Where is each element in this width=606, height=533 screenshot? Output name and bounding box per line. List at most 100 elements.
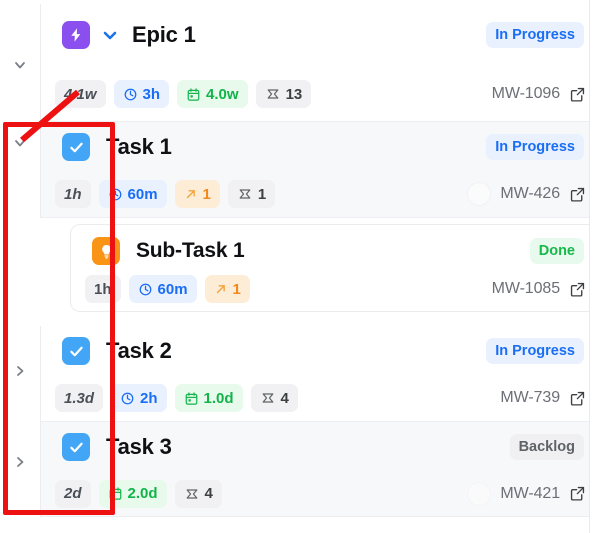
chip-estimate-label: 2d [64, 485, 82, 502]
calendar-icon [187, 87, 200, 101]
chevron-down-icon[interactable] [98, 23, 122, 47]
issue-row-sub-task-1[interactable]: Sub-Task 1 Done 1h 60m 1 MW-1085 [70, 218, 596, 318]
lightning-bolt-icon [62, 21, 90, 49]
issue-title: Task 2 [106, 338, 172, 363]
avatar[interactable] [467, 182, 492, 206]
calendar-icon [185, 391, 197, 405]
points-icon [267, 89, 278, 99]
issue-key[interactable]: MW-1096 [492, 85, 560, 103]
lightbulb-icon [92, 237, 120, 265]
row-meta: MW-426 [467, 182, 586, 206]
status-badge[interactable]: Backlog [509, 434, 584, 460]
clock-icon [139, 283, 151, 295]
issue-row-epic-1[interactable]: Epic 1 In Progress 4.1w 3h 4.0w 13 MW-10… [40, 4, 596, 122]
chip-estimate[interactable]: 1h [85, 275, 121, 303]
external-link-icon[interactable] [569, 186, 586, 203]
avatar[interactable] [467, 481, 492, 506]
chip-date-label: 4.0w [206, 85, 239, 103]
points-icon [239, 189, 251, 199]
issue-title: Epic 1 [132, 22, 196, 47]
clock-icon [124, 88, 136, 100]
issue-title: Task 1 [106, 134, 172, 159]
chip-priority-label: 1 [232, 280, 241, 298]
chip-time[interactable]: 60m [128, 275, 197, 303]
chip-estimate[interactable]: 2d [55, 479, 91, 508]
metric-chips: 2d 2.0d 4 [55, 479, 222, 508]
issue-row-task-2[interactable]: Task 2 In Progress 1.3d 2h 1.0d 4 MW-739 [40, 326, 596, 422]
points-icon [186, 488, 197, 499]
chip-points-label: 1 [257, 185, 267, 203]
issue-key[interactable]: MW-1085 [492, 280, 560, 298]
chip-time[interactable]: 60m [98, 180, 167, 208]
chip-estimate[interactable]: 1h [55, 180, 91, 208]
issue-row-task-1[interactable]: Task 1 In Progress 1h 60m 1 1 MW-426 [40, 122, 596, 218]
issue-key[interactable]: MW-739 [500, 389, 560, 407]
status-badge[interactable]: In Progress [486, 134, 584, 160]
external-link-icon[interactable] [569, 281, 586, 298]
clock-icon [121, 392, 134, 404]
chip-time[interactable]: 3h [113, 80, 170, 108]
chip-points[interactable]: 13 [255, 80, 312, 108]
metric-chips: 1h 60m 1 1 [55, 180, 276, 208]
chip-time-label: 2h [140, 389, 158, 407]
expand-toggle-task-3[interactable] [10, 452, 30, 472]
arrow-up-right-icon [216, 285, 225, 294]
check-square-icon[interactable] [62, 433, 90, 461]
external-link-icon[interactable] [569, 485, 586, 502]
row-meta: MW-739 [500, 389, 586, 407]
chip-estimate-label: 1h [94, 280, 112, 298]
chip-priority-label: 1 [202, 185, 211, 203]
chip-time[interactable]: 2h [111, 384, 167, 412]
expand-toggle-epic-1[interactable] [10, 55, 30, 75]
row-meta: MW-421 [467, 481, 586, 506]
expand-toggle-task-2[interactable] [10, 361, 30, 381]
issue-key[interactable]: MW-421 [500, 485, 560, 503]
vertical-scrollbar[interactable] [590, 0, 598, 533]
chip-estimate[interactable]: 1.3d [55, 384, 104, 412]
check-square-icon[interactable] [62, 337, 90, 365]
issue-row-task-3[interactable]: Task 3 Backlog 2d 2.0d 4 MW-421 [40, 422, 596, 517]
metric-chips: 1.3d 2h 1.0d 4 [55, 384, 298, 412]
external-link-icon[interactable] [569, 86, 586, 103]
chip-time-label: 60m [127, 185, 158, 203]
issue-list-panel: Epic 1 In Progress 4.1w 3h 4.0w 13 MW-10… [0, 0, 598, 533]
metric-chips: 4.1w 3h 4.0w 13 [55, 80, 312, 108]
check-square-icon[interactable] [62, 133, 90, 161]
issue-key[interactable]: MW-426 [500, 185, 560, 203]
chip-points[interactable]: 4 [250, 384, 298, 412]
chip-date[interactable]: 1.0d [174, 384, 243, 412]
row-meta: MW-1085 [492, 280, 586, 298]
chip-estimate[interactable]: 4.1w [55, 80, 106, 108]
clock-icon [109, 188, 121, 200]
calendar-icon [109, 487, 121, 500]
expand-toggle-task-1[interactable] [10, 133, 30, 153]
status-badge[interactable]: Done [529, 238, 584, 264]
arrow-up-right-icon [186, 190, 195, 199]
external-link-icon[interactable] [569, 390, 586, 407]
issue-title: Task 3 [106, 434, 172, 459]
chip-points[interactable]: 4 [174, 479, 222, 508]
points-icon [262, 393, 273, 403]
chip-date-label: 2.0d [127, 485, 158, 502]
chip-points[interactable]: 1 [227, 180, 276, 208]
chip-time-label: 3h [142, 85, 161, 103]
metric-chips: 1h 60m 1 [85, 275, 250, 303]
expand-gutter [0, 0, 40, 533]
chip-estimate-label: 1.3d [64, 389, 95, 407]
chip-points-label: 4 [280, 389, 289, 407]
chip-time-label: 60m [157, 280, 188, 298]
chip-priority[interactable]: 1 [204, 275, 250, 303]
chip-date-label: 1.0d [203, 389, 234, 407]
status-badge[interactable]: In Progress [486, 338, 584, 364]
chip-points-label: 13 [285, 85, 303, 103]
chip-date[interactable]: 4.0w [177, 80, 248, 108]
chip-priority[interactable]: 1 [174, 180, 220, 208]
chip-estimate-label: 1h [64, 185, 82, 203]
issue-title: Sub-Task 1 [136, 239, 245, 262]
chip-points-label: 4 [204, 485, 213, 502]
issue-hierarchy-screen: Epic 1 In Progress 4.1w 3h 4.0w 13 MW-10… [0, 0, 606, 533]
row-meta: MW-1096 [492, 85, 586, 103]
chip-date[interactable]: 2.0d [98, 479, 167, 508]
chip-estimate-label: 4.1w [64, 85, 97, 103]
status-badge[interactable]: In Progress [486, 22, 584, 48]
